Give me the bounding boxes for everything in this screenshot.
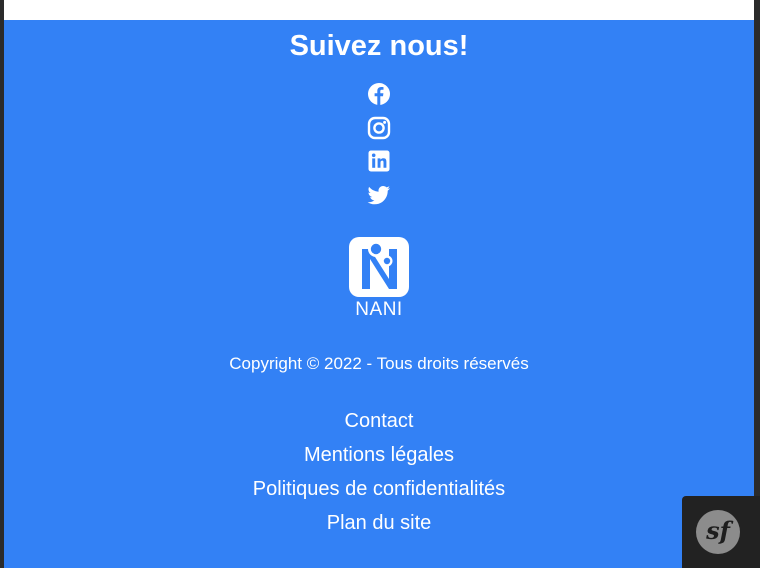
brand-name: NANI bbox=[355, 299, 403, 320]
site-footer: Suivez nous! NANI Copyright © 2022 - Tou… bbox=[4, 20, 754, 568]
linkedin-link[interactable] bbox=[367, 149, 391, 173]
symfony-debug-toolbar-toggle[interactable]: sf bbox=[682, 496, 760, 568]
copyright-text: Copyright © 2022 - Tous droits réservés bbox=[229, 354, 529, 373]
facebook-link[interactable] bbox=[367, 82, 391, 106]
twitter-icon bbox=[367, 186, 390, 205]
symfony-logo-icon: sf bbox=[696, 510, 740, 554]
privacy-policy-link[interactable]: Politiques de confidentialités bbox=[4, 472, 754, 506]
contact-link[interactable]: Contact bbox=[4, 404, 754, 438]
instagram-icon bbox=[367, 116, 391, 140]
linkedin-icon bbox=[368, 150, 390, 172]
legal-notice-link[interactable]: Mentions légales bbox=[4, 438, 754, 472]
nani-logo-icon bbox=[349, 237, 409, 297]
twitter-link[interactable] bbox=[367, 183, 391, 207]
brand-logo[interactable]: NANI bbox=[344, 237, 414, 327]
instagram-link[interactable] bbox=[367, 116, 391, 140]
page-content-bottom-edge bbox=[4, 0, 754, 20]
footer-links: Contact Mentions légales Politiques de c… bbox=[4, 404, 754, 540]
sitemap-link[interactable]: Plan du site bbox=[4, 506, 754, 540]
facebook-icon bbox=[368, 83, 390, 105]
follow-us-heading: Suivez nous! bbox=[289, 30, 469, 62]
page: Suivez nous! NANI Copyright © 2022 - Tou… bbox=[4, 0, 754, 568]
